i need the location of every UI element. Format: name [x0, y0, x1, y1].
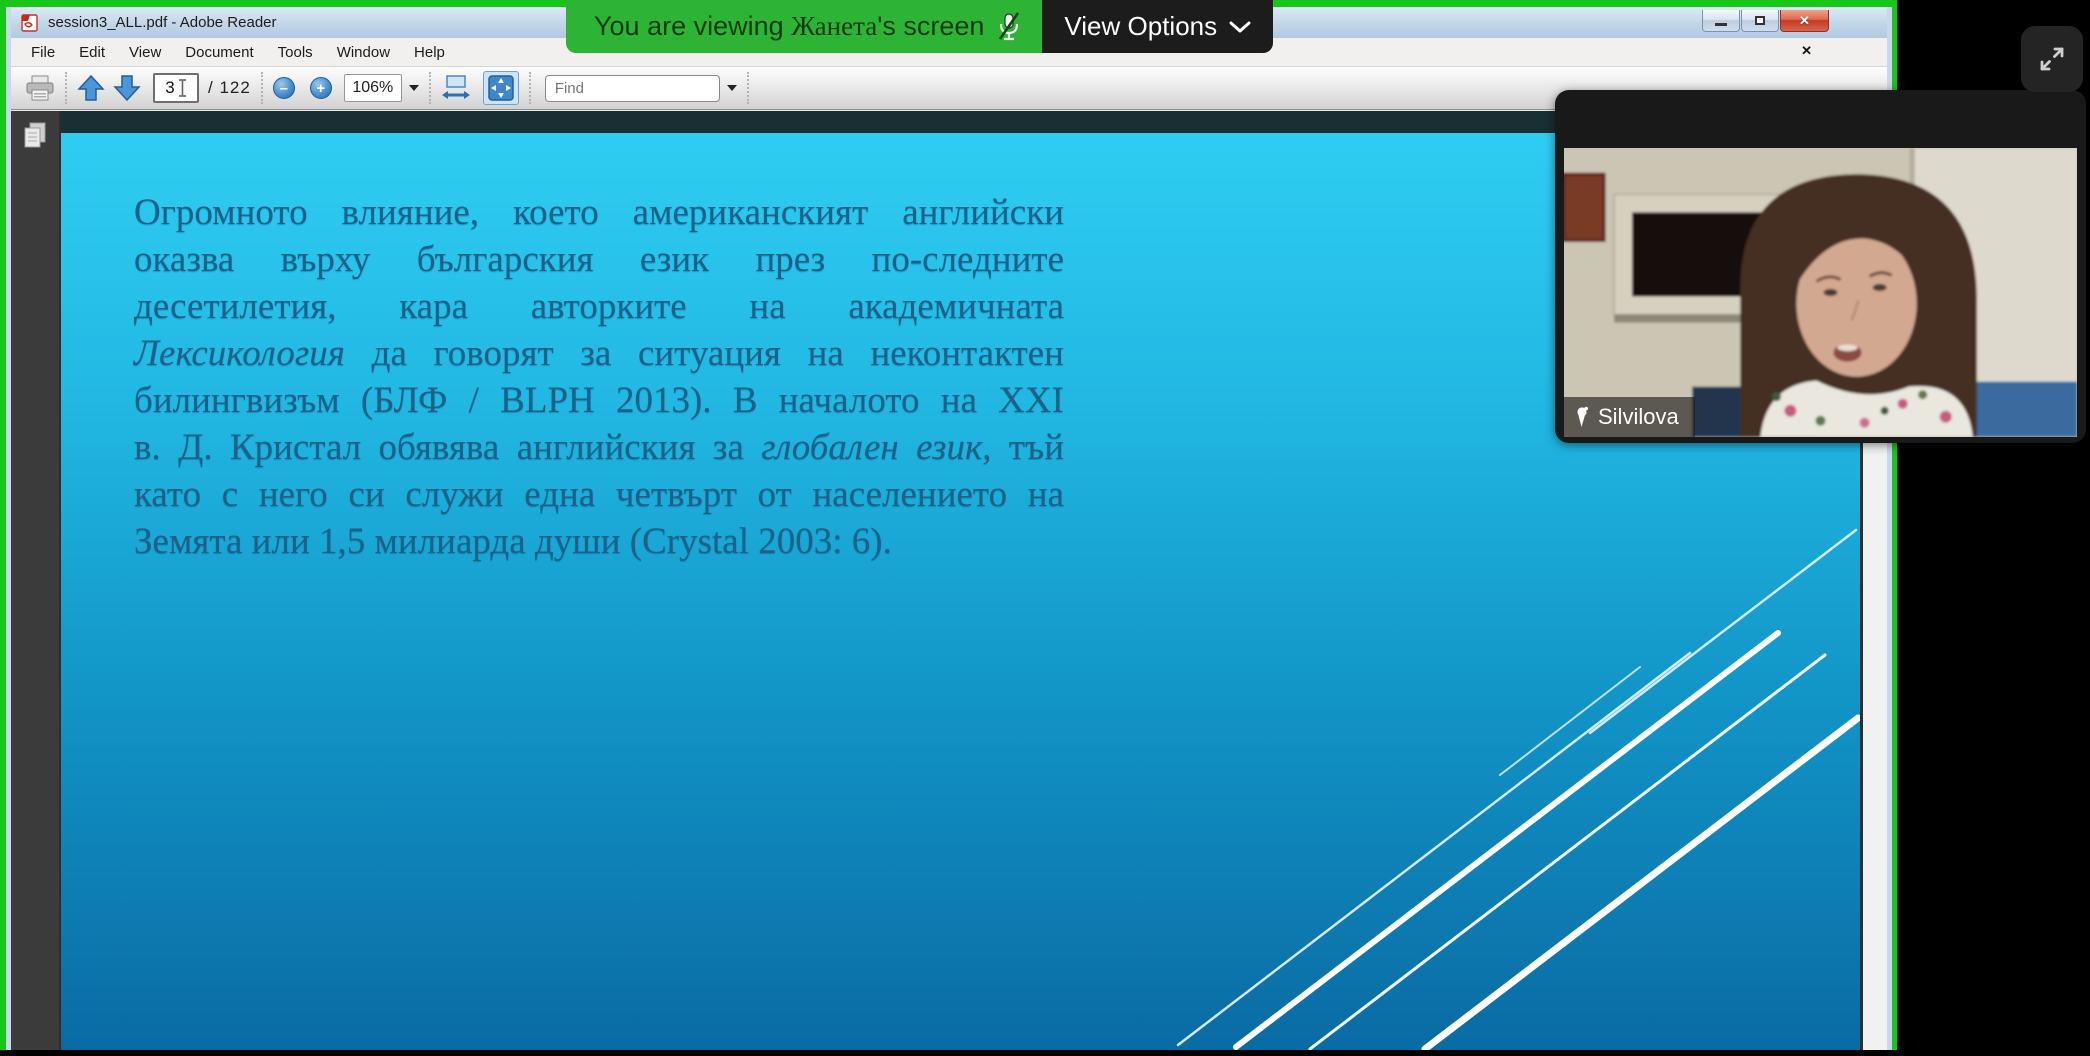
- find-dropdown-icon[interactable]: [727, 85, 737, 91]
- participant-video-frame: [1564, 148, 2077, 437]
- fit-width-button[interactable]: [441, 73, 471, 103]
- pin-icon: [1574, 406, 1589, 428]
- menu-tools[interactable]: Tools: [278, 44, 313, 61]
- menubar-close-icon[interactable]: ✕: [1801, 43, 1812, 59]
- restore-icon: [1755, 16, 1765, 25]
- close-button[interactable]: ✕: [1780, 10, 1829, 32]
- find-input[interactable]: [555, 80, 705, 97]
- zoom-out-button[interactable]: –: [273, 77, 295, 99]
- participant-video-tile[interactable]: Silvilova: [1555, 90, 2086, 443]
- slide-text-line: оказва върху българския език през по-сле…: [134, 236, 1064, 283]
- desktop: session3_ALL.pdf - Adobe Reader ✕ File E…: [0, 0, 2090, 1056]
- menu-edit[interactable]: Edit: [79, 44, 105, 61]
- menu-window[interactable]: Window: [337, 44, 390, 61]
- banner-text: You are viewing Жанета's screen: [594, 11, 984, 42]
- find-box[interactable]: [545, 75, 720, 102]
- expand-fullscreen-button[interactable]: [2021, 26, 2083, 92]
- menu-document[interactable]: Document: [185, 44, 253, 61]
- arrow-up-icon: [77, 74, 105, 102]
- slide-text-line: билингвизъм (БЛФ / BLPH 2013). В началот…: [134, 377, 1064, 424]
- participant-video: Silvilova: [1564, 148, 2077, 437]
- viewing-banner: You are viewing Жанета's screen: [566, 0, 1042, 53]
- slide-text-line: десетилетия, кара авторките на академичн…: [134, 283, 1064, 330]
- toolbar-separator: [529, 72, 531, 104]
- page-number-value: 3: [165, 78, 174, 98]
- menu-view[interactable]: View: [129, 44, 161, 61]
- zoom-level-select[interactable]: 106%: [344, 74, 402, 102]
- slide-text-line: Огромното влияние, което американският а…: [134, 189, 1064, 236]
- page-number-input[interactable]: 3: [153, 73, 199, 103]
- view-options-button[interactable]: View Options: [1042, 0, 1273, 53]
- fit-width-icon: [441, 73, 471, 103]
- next-page-button[interactable]: [113, 74, 141, 102]
- presenter-name: Жанета: [791, 11, 877, 41]
- print-button[interactable]: [25, 75, 55, 102]
- toolbar-separator: [429, 72, 431, 104]
- window-title: session3_ALL.pdf - Adobe Reader: [48, 14, 277, 31]
- toolbar-separator: [747, 72, 749, 104]
- zoom-level-value: 106%: [352, 79, 393, 97]
- navigation-pane: [11, 111, 61, 1050]
- toolbar-separator: [65, 72, 67, 104]
- zoom-dropdown-icon[interactable]: [409, 85, 419, 91]
- slide-text-line: в. Д. Кристал обявява английския за глоб…: [134, 424, 1064, 471]
- chevron-down-icon: [1229, 20, 1251, 34]
- fit-page-button[interactable]: [483, 71, 519, 105]
- slide-text-line: Земята или 1,5 милиарда души (Crystal 20…: [134, 518, 1064, 565]
- muted-mic-icon: [996, 11, 1022, 43]
- close-icon: ✕: [1799, 14, 1810, 27]
- minimize-icon: [1715, 23, 1727, 26]
- menu-file[interactable]: File: [31, 44, 55, 61]
- pdf-file-icon: [21, 14, 41, 32]
- minimize-button[interactable]: [1702, 10, 1740, 32]
- toolbar-separator: [261, 72, 263, 104]
- participant-name: Silvilova: [1598, 404, 1679, 430]
- screen-share-banner: You are viewing Жанета's screen View Opt…: [566, 0, 1273, 53]
- participant-name-tag: Silvilova: [1564, 397, 1695, 437]
- fit-page-icon: [487, 74, 515, 102]
- zoom-in-button[interactable]: +: [310, 77, 332, 99]
- expand-arrows-icon: [2032, 39, 2072, 79]
- page-count-label: / 122: [208, 78, 251, 98]
- slide-decorative-lines: [1170, 525, 1860, 1050]
- printer-icon: [25, 75, 55, 102]
- slide-text: Огромното влияние, което американският а…: [134, 189, 1064, 565]
- menu-help[interactable]: Help: [414, 44, 445, 61]
- slide-text-line: Лексикология да говорят за ситуация на н…: [134, 330, 1064, 377]
- view-options-label: View Options: [1064, 11, 1217, 42]
- restore-button[interactable]: [1741, 10, 1779, 32]
- text-cursor-icon: [178, 78, 187, 98]
- previous-page-button[interactable]: [77, 74, 105, 102]
- pages-panel-icon[interactable]: [22, 121, 48, 151]
- window-controls: ✕: [1701, 10, 1829, 32]
- arrow-down-icon: [113, 74, 141, 102]
- slide-text-line: като с него си служи една четвърт от нас…: [134, 471, 1064, 518]
